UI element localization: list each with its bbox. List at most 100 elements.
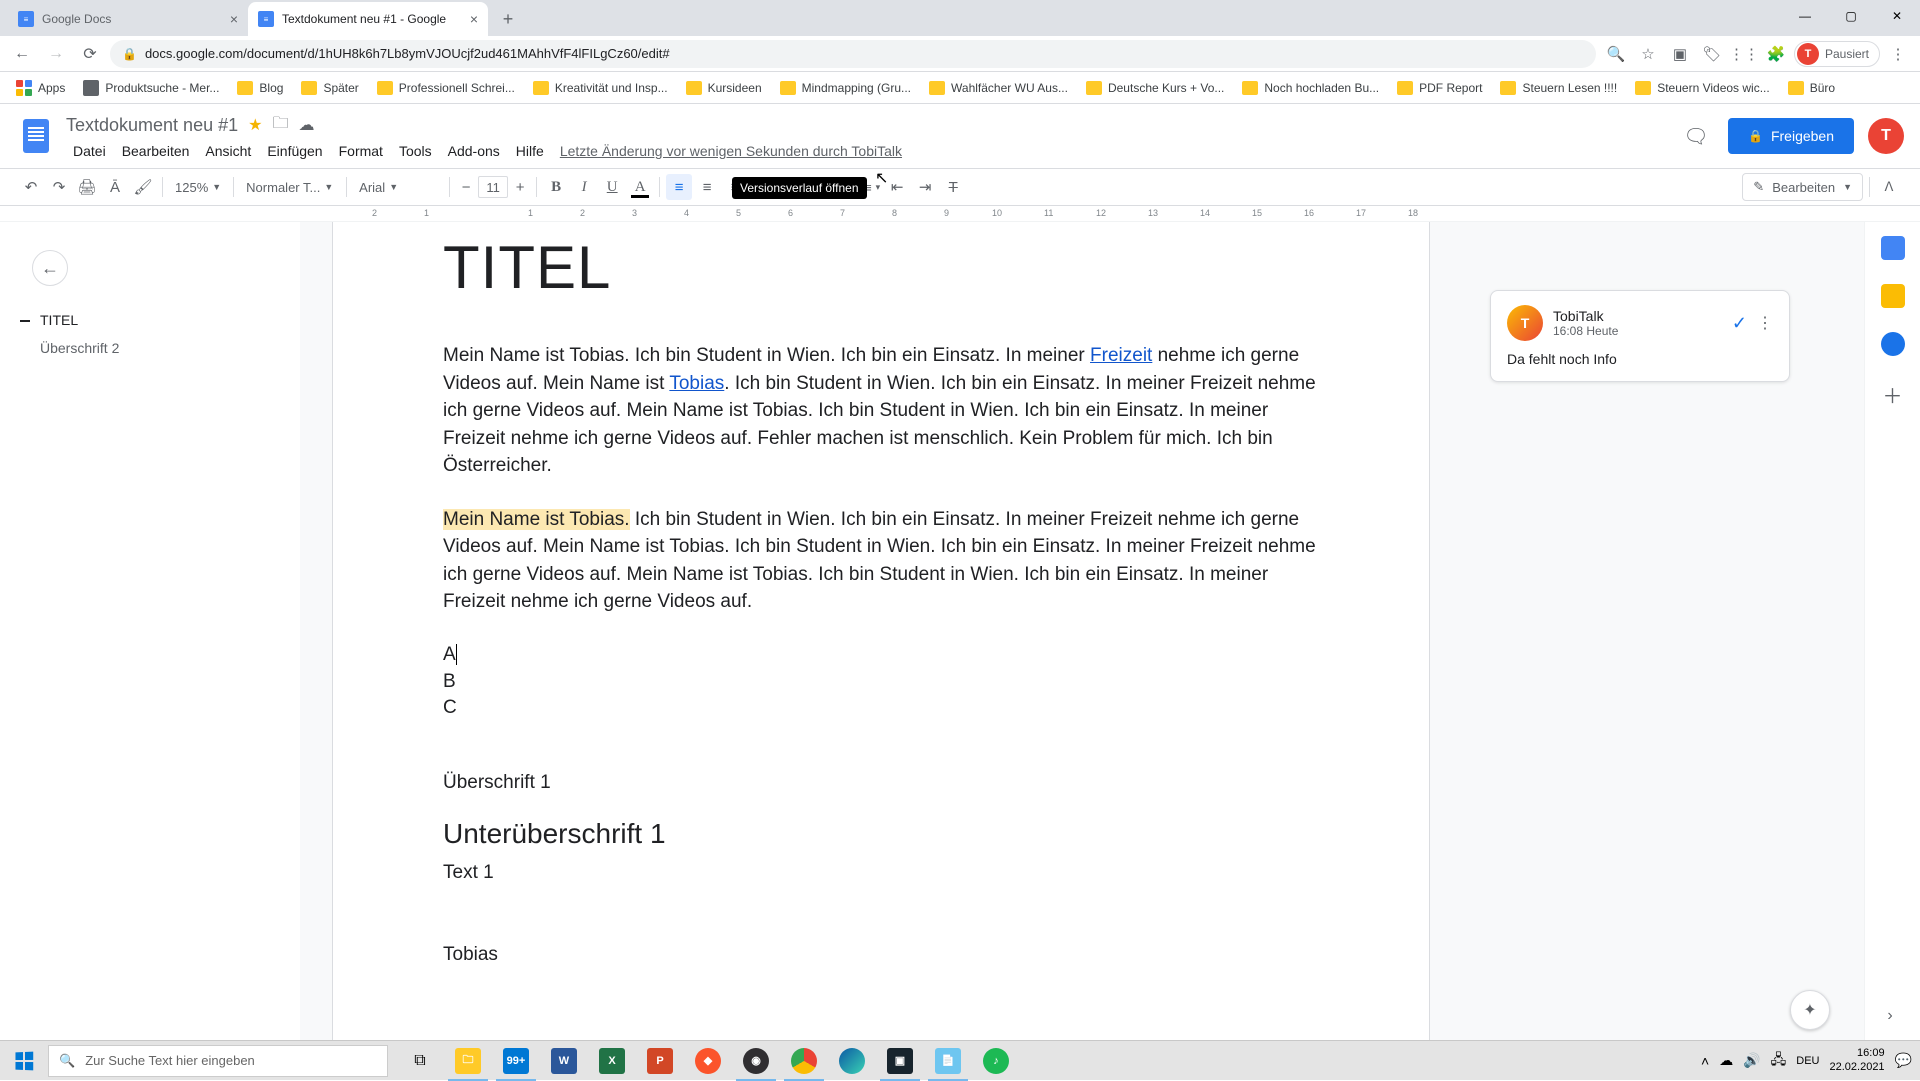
account-avatar[interactable]: T: [1868, 118, 1904, 154]
italic-button[interactable]: I: [571, 174, 597, 200]
bookmark-item[interactable]: Blog: [229, 77, 291, 99]
tray-notifications-icon[interactable]: 💬: [1895, 1052, 1912, 1069]
readlist-icon[interactable]: ▣: [1666, 40, 1694, 68]
paragraph[interactable]: Text 1: [443, 862, 1319, 884]
close-tab-icon[interactable]: ×: [470, 11, 478, 27]
paint-format-button[interactable]: 🖌: [130, 174, 156, 200]
extensions-puzzle-icon[interactable]: 🧩: [1762, 40, 1790, 68]
comment-history-button[interactable]: 🗨: [1678, 118, 1714, 154]
taskbar-app-spotify[interactable]: ♪: [972, 1041, 1020, 1081]
zoom-dropdown[interactable]: 125%▼: [169, 174, 227, 200]
tray-clock[interactable]: 16:09 22.02.2021: [1830, 1047, 1885, 1073]
align-left-button[interactable]: ≡: [666, 174, 692, 200]
bookmark-item[interactable]: Professionell Schrei...: [369, 77, 523, 99]
get-addons-button[interactable]: ＋: [1883, 380, 1903, 409]
hide-side-panel-button[interactable]: ›: [1876, 1002, 1904, 1030]
menu-ansicht[interactable]: Ansicht: [198, 141, 258, 161]
bookmark-item[interactable]: Wahlfächer WU Aus...: [921, 77, 1076, 99]
menu-datei[interactable]: Datei: [66, 141, 113, 161]
bookmark-item[interactable]: Mindmapping (Gru...: [772, 77, 919, 99]
print-button[interactable]: 🖨: [74, 174, 100, 200]
horizontal-ruler[interactable]: 2 1 1 2 3 4 5 6 7 8 9 10 11 12 13 14 15 …: [0, 206, 1920, 222]
bookmark-item[interactable]: Deutsche Kurs + Vo...: [1078, 77, 1232, 99]
paragraph[interactable]: Mein Name ist Tobias. Ich bin Student in…: [443, 506, 1319, 616]
outline-close-button[interactable]: ←: [32, 250, 68, 286]
underline-button[interactable]: U: [599, 174, 625, 200]
cloud-status-icon[interactable]: ☁: [298, 115, 314, 135]
taskbar-app-brave[interactable]: ◆: [684, 1041, 732, 1081]
bookmark-star-icon[interactable]: ☆: [1634, 40, 1662, 68]
share-button[interactable]: 🔒 Freigeben: [1728, 118, 1854, 154]
font-size-increase[interactable]: +: [510, 179, 530, 196]
align-center-button[interactable]: ≡: [694, 174, 720, 200]
font-size-input[interactable]: 11: [478, 176, 508, 198]
bookmark-item[interactable]: Steuern Lesen !!!!: [1492, 77, 1625, 99]
link-freizeit[interactable]: Freizeit: [1090, 345, 1152, 366]
menu-hilfe[interactable]: Hilfe: [509, 141, 551, 161]
close-window-button[interactable]: ✕: [1874, 0, 1920, 32]
taskbar-app-notepad[interactable]: 📄: [924, 1041, 972, 1081]
taskbar-app-word[interactable]: W: [540, 1041, 588, 1081]
tray-chevron-icon[interactable]: ˄: [1701, 1053, 1709, 1069]
bold-button[interactable]: B: [543, 174, 569, 200]
zoom-icon[interactable]: 🔍: [1602, 40, 1630, 68]
menu-einfuegen[interactable]: Einfügen: [260, 141, 329, 161]
document-title[interactable]: Textdokument neu #1: [66, 115, 238, 136]
outline-item[interactable]: Überschrift 2: [0, 334, 300, 362]
outline-item[interactable]: TITEL: [0, 306, 300, 334]
paragraph[interactable]: Mein Name ist Tobias. Ich bin Student in…: [443, 342, 1319, 480]
bookmark-item[interactable]: PDF Report: [1389, 77, 1490, 99]
tray-volume-icon[interactable]: 🔊: [1743, 1052, 1760, 1069]
taskbar-search[interactable]: 🔍 Zur Suche Text hier eingeben: [48, 1045, 388, 1077]
star-icon[interactable]: ★: [248, 115, 262, 135]
list-line[interactable]: B: [443, 669, 1319, 696]
keep-addon-icon[interactable]: [1881, 284, 1905, 308]
chrome-menu-icon[interactable]: ⋮: [1884, 40, 1912, 68]
paragraph[interactable]: Tobias: [443, 944, 1319, 966]
docs-home-button[interactable]: [16, 116, 56, 156]
taskbar-app-streamlabs[interactable]: ▣: [876, 1041, 924, 1081]
resolve-comment-button[interactable]: ✓: [1732, 313, 1747, 334]
taskbar-app-explorer[interactable]: 🗀: [444, 1041, 492, 1081]
indent-increase-button[interactable]: ⇥: [912, 174, 938, 200]
close-tab-icon[interactable]: ×: [230, 11, 238, 27]
calendar-addon-icon[interactable]: [1881, 236, 1905, 260]
bookmark-item[interactable]: Kreativität und Insp...: [525, 77, 676, 99]
font-dropdown[interactable]: Arial▼: [353, 174, 443, 200]
bookmark-item[interactable]: Steuern Videos wic...: [1627, 77, 1778, 99]
tray-language[interactable]: DEU: [1796, 1055, 1819, 1067]
undo-button[interactable]: ↶: [18, 174, 44, 200]
bookmark-item[interactable]: Produktsuche - Mer...: [75, 76, 227, 100]
explore-button[interactable]: ✦: [1790, 990, 1830, 1030]
start-button[interactable]: [0, 1041, 48, 1081]
bookmark-apps[interactable]: Apps: [8, 76, 73, 100]
tray-network-icon[interactable]: 🖧: [1771, 1049, 1787, 1073]
back-button[interactable]: ←: [8, 40, 36, 68]
editing-mode-dropdown[interactable]: ✎ Bearbeiten ▼: [1742, 173, 1863, 201]
redo-button[interactable]: ↷: [46, 174, 72, 200]
tray-onedrive-icon[interactable]: ☁: [1719, 1052, 1733, 1069]
forward-button[interactable]: →: [42, 40, 70, 68]
link-tobias[interactable]: Tobias: [669, 373, 724, 394]
extension-icon[interactable]: ⋮⋮: [1730, 40, 1758, 68]
comment-more-button[interactable]: ⋮: [1757, 313, 1773, 333]
font-size-decrease[interactable]: −: [456, 179, 476, 196]
taskbar-app-mail[interactable]: 99+: [492, 1041, 540, 1081]
indent-decrease-button[interactable]: ⇤: [884, 174, 910, 200]
list-line[interactable]: A: [443, 642, 1319, 669]
heading-1[interactable]: Überschrift 1: [443, 772, 1319, 794]
profile-chip[interactable]: T Pausiert: [1794, 41, 1880, 67]
menu-addons[interactable]: Add-ons: [441, 141, 507, 161]
clear-formatting-button[interactable]: T: [940, 174, 966, 200]
menu-bearbeiten[interactable]: Bearbeiten: [115, 141, 197, 161]
browser-tab-active[interactable]: ≡ Textdokument neu #1 - Google ×: [248, 2, 488, 36]
extension-icon[interactable]: 🏷: [1698, 40, 1726, 68]
taskbar-app-obs[interactable]: ◉: [732, 1041, 780, 1081]
taskbar-app-excel[interactable]: X: [588, 1041, 636, 1081]
comment-card[interactable]: T TobiTalk 16:08 Heute ✓ ⋮ Da fehlt noch…: [1490, 290, 1790, 382]
heading-2[interactable]: Unterüberschrift 1: [443, 818, 1319, 850]
new-tab-button[interactable]: +: [494, 5, 522, 33]
title-heading[interactable]: TITEL: [443, 233, 1319, 302]
text-color-button[interactable]: A: [627, 174, 653, 200]
reload-button[interactable]: ⟳: [76, 40, 104, 68]
